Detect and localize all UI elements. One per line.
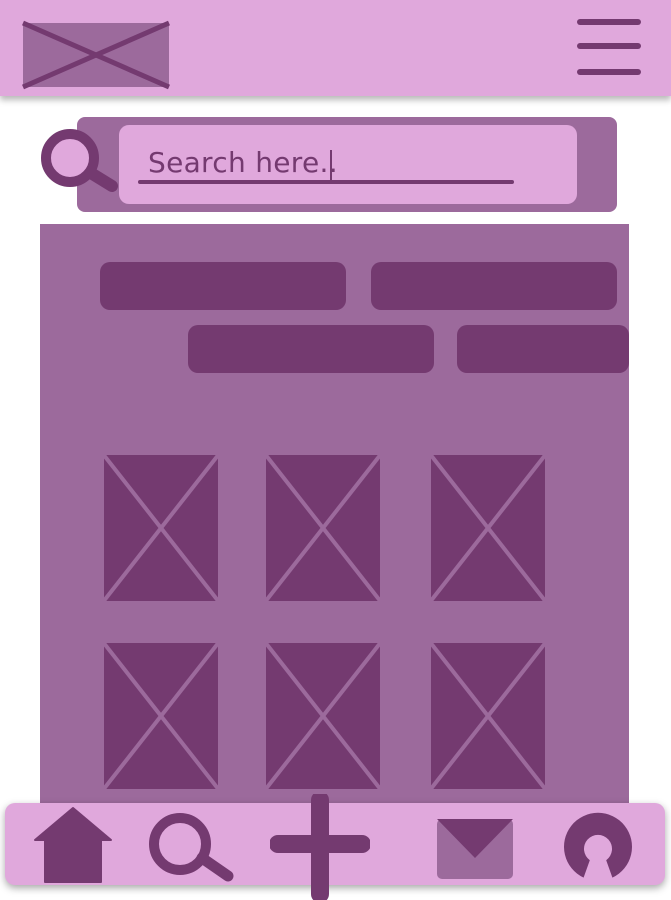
filter-chip[interactable] — [100, 262, 346, 310]
image-placeholder-icon — [429, 641, 547, 791]
dropdown-icon[interactable] — [436, 818, 514, 880]
image-placeholder[interactable] — [102, 453, 220, 603]
image-placeholder-icon — [264, 453, 382, 603]
search-input[interactable] — [119, 125, 577, 204]
image-placeholder-icon — [429, 453, 547, 603]
profile-icon[interactable] — [558, 806, 638, 886]
image-placeholder[interactable] — [429, 453, 547, 603]
image-placeholder[interactable] — [264, 641, 382, 791]
filter-chip[interactable] — [188, 325, 434, 373]
hamburger-menu-icon[interactable] — [575, 18, 643, 78]
image-placeholder[interactable] — [102, 641, 220, 791]
search-icon[interactable] — [146, 812, 238, 886]
image-placeholder-icon — [264, 641, 382, 791]
image-placeholder[interactable] — [429, 641, 547, 791]
filter-chip[interactable] — [457, 325, 629, 373]
add-icon[interactable] — [270, 794, 370, 900]
search-input-underline — [138, 180, 514, 184]
image-placeholder[interactable] — [264, 453, 382, 603]
image-placeholder-icon — [102, 641, 220, 791]
image-placeholder-icon — [102, 453, 220, 603]
logo-placeholder-icon[interactable] — [22, 20, 172, 90]
magnifier-icon[interactable] — [38, 128, 122, 194]
filter-chip[interactable] — [371, 262, 617, 310]
home-icon[interactable] — [33, 806, 113, 886]
text-cursor — [330, 150, 332, 180]
